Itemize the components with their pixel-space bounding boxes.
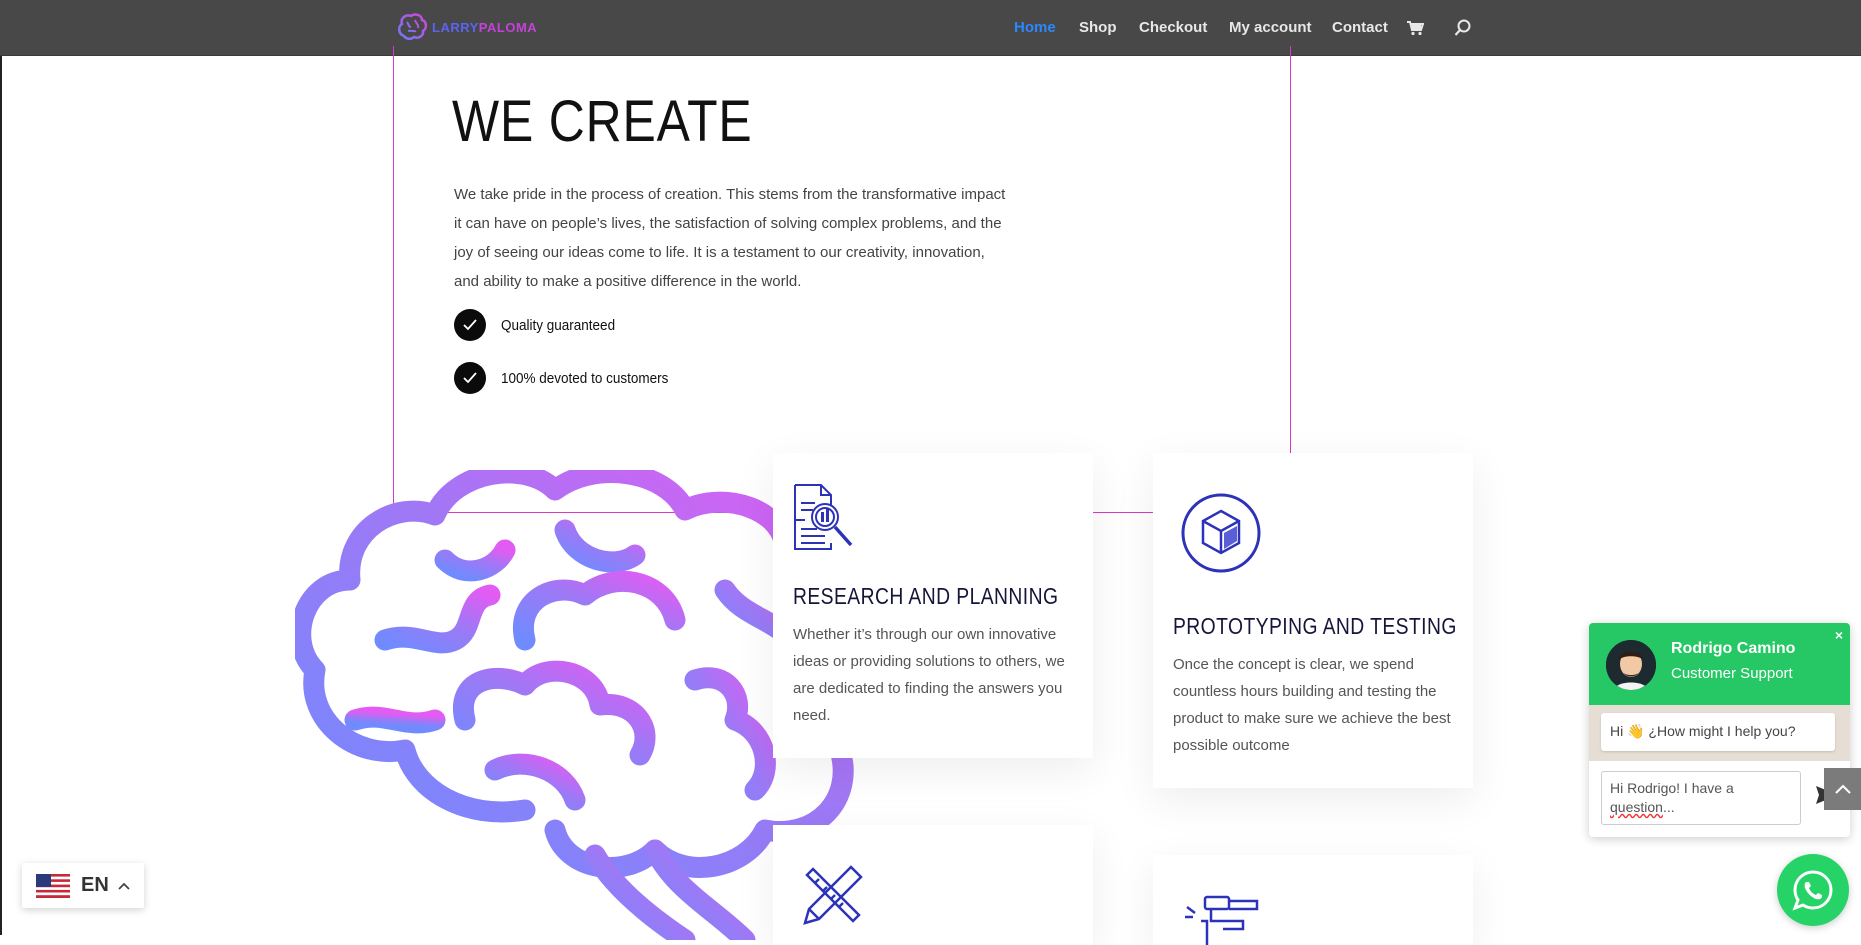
feature-check-item: Quality guaranteed (454, 309, 628, 341)
logo-text: LARRYPALOMA (432, 19, 538, 35)
nav-contact[interactable]: Contact (1332, 19, 1388, 36)
message-input[interactable]: Hi Rodrigo! I have a question... (1601, 771, 1801, 825)
us-flag-icon (36, 873, 70, 898)
chat-body: Hi 👋 ¿How might I help you? Hi Rodrigo! … (1589, 705, 1850, 837)
chevron-up-icon (118, 882, 130, 890)
agent-name: Rodrigo Camino (1671, 640, 1796, 657)
chevron-up-icon (1834, 784, 1851, 794)
message-line-2: question (1610, 799, 1663, 815)
service-card-design (773, 825, 1093, 945)
greeting-message: Hi 👋 ¿How might I help you? (1601, 713, 1835, 751)
message-line-1: Hi Rodrigo! I have a (1610, 780, 1734, 796)
service-card-development (1153, 855, 1473, 945)
check-icon (454, 309, 486, 341)
feature-label: 100% devoted to customers (501, 369, 669, 387)
tools-icon (1185, 895, 1259, 945)
language-code: EN (81, 874, 109, 896)
agent-role: Customer Support (1671, 665, 1793, 682)
check-icon (454, 362, 486, 394)
whatsapp-button[interactable] (1777, 854, 1849, 926)
site-logo[interactable]: LARRYPALOMA (396, 12, 537, 42)
nav-checkout[interactable]: Checkout (1139, 19, 1207, 36)
intro-paragraph: We take pride in the process of creation… (454, 186, 1006, 290)
feature-label: Quality guaranteed (501, 316, 616, 334)
chat-compose-area: Hi Rodrigo! I have a question... (1589, 761, 1850, 837)
agent-avatar (1606, 640, 1656, 690)
pencil-ruler-icon (803, 865, 863, 925)
section-outline-extension (1091, 512, 1153, 513)
close-icon[interactable]: × (1835, 627, 1843, 643)
card-title: RESEARCH AND PLANNING (793, 583, 1059, 609)
service-card-research: RESEARCH AND PLANNING Whether it’s throu… (773, 453, 1093, 758)
page-title: WE CREATE (452, 89, 753, 154)
message-line-2-end: ... (1662, 799, 1675, 815)
nav-home[interactable]: Home (1014, 19, 1056, 36)
page-left-border (0, 0, 2, 935)
scroll-to-top-button[interactable] (1824, 768, 1861, 810)
language-switcher[interactable]: EN (22, 863, 144, 908)
nav-shop[interactable]: Shop (1079, 19, 1117, 36)
card-title: PROTOTYPING AND TESTING (1173, 613, 1457, 639)
whatsapp-icon (1792, 870, 1833, 911)
research-document-magnifier-icon (794, 484, 853, 550)
search-icon[interactable] (1454, 19, 1472, 37)
whatsapp-chat-popup: Rodrigo Camino Customer Support × Hi 👋 ¿… (1589, 623, 1850, 837)
cube-circle-icon (1181, 493, 1261, 573)
card-text: Whether it’s through our own innovative … (793, 626, 1065, 724)
card-text: Once the concept is clear, we spend coun… (1173, 656, 1451, 754)
chat-header: Rodrigo Camino Customer Support × (1589, 623, 1850, 705)
cart-icon[interactable] (1406, 20, 1424, 36)
feature-check-item: 100% devoted to customers (454, 362, 687, 394)
service-card-prototyping: PROTOTYPING AND TESTING Once the concept… (1153, 453, 1473, 788)
nav-my-account[interactable]: My account (1229, 19, 1312, 36)
brain-logo-icon (398, 13, 428, 41)
